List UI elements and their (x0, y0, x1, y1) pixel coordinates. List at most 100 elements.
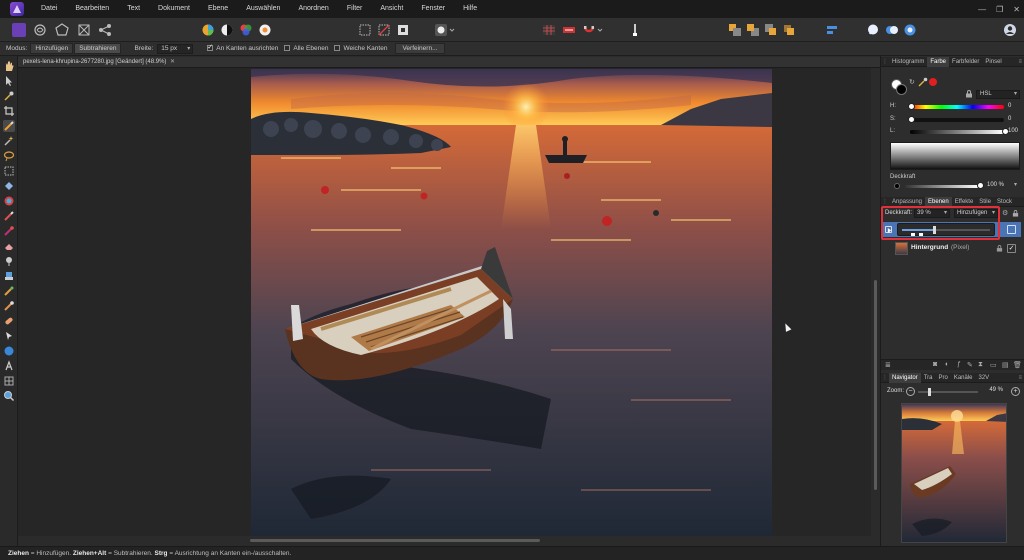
close-document-icon[interactable]: ✕ (170, 57, 175, 68)
shape-tool-icon[interactable] (3, 345, 15, 357)
minimize-icon[interactable]: — (978, 5, 986, 14)
soft-edges-checkbox[interactable]: Weiche Kanten (334, 45, 387, 52)
vertical-scroll-thumb[interactable] (874, 280, 877, 490)
current-color-swatch[interactable] (929, 78, 937, 86)
refine-button[interactable]: Verfeinern... (395, 43, 445, 54)
menu-item-2[interactable]: Text (118, 0, 149, 18)
lightness-slider[interactable] (910, 130, 1004, 134)
document-image[interactable] (251, 69, 772, 536)
snapping-grid-icon[interactable] (542, 23, 556, 37)
layer-visibility-checkbox[interactable] (1007, 225, 1016, 234)
mesh-warp-tool-icon[interactable] (3, 375, 15, 387)
zoom-out-icon[interactable]: − (906, 387, 915, 396)
marquee-selection-icon[interactable] (358, 23, 372, 37)
tab-32bit[interactable]: 32V (976, 373, 993, 383)
quick-mask-button[interactable] (434, 23, 456, 37)
zoom-slider-handle[interactable] (928, 388, 931, 396)
tab-channels[interactable]: Kanäle (951, 373, 976, 383)
add-layer-icon[interactable]: ▤ (1002, 361, 1009, 369)
document-tab[interactable]: pexels-lena-khrupina-2677280.jpg [Geände… (18, 57, 880, 68)
affinity-photo-logo-icon[interactable] (10, 2, 24, 16)
opacity-slider-knob[interactable] (977, 182, 984, 189)
menu-item-5[interactable]: Auswählen (237, 0, 289, 18)
arrange-back-icon[interactable] (728, 23, 742, 37)
all-layers-checkbox[interactable]: Alle Ebenen (284, 45, 328, 52)
gradient-tool-icon[interactable] (3, 195, 15, 207)
arrange-backward-icon[interactable] (782, 23, 796, 37)
menu-item-1[interactable]: Bearbeiten (66, 0, 118, 18)
menu-item-3[interactable]: Dokument (149, 0, 199, 18)
move-tool-icon[interactable] (3, 75, 15, 87)
arrange-front-icon[interactable] (764, 23, 778, 37)
mode-add-button[interactable]: Hinzufügen (30, 43, 74, 54)
arrange-forward-icon[interactable] (746, 23, 760, 37)
eyedropper-icon[interactable] (918, 77, 928, 87)
panel-grip-icon[interactable]: ⋮ (881, 58, 889, 65)
panel-grip-icon[interactable]: ⋮ (881, 374, 889, 381)
assistant-icon[interactable] (562, 23, 576, 37)
tab-swatches[interactable]: Farbfelder (949, 57, 982, 67)
pen-tool-icon[interactable] (3, 330, 15, 342)
vertical-scrollbar[interactable] (871, 68, 880, 536)
publish-icon[interactable] (903, 23, 917, 37)
brush-options-icon[interactable] (628, 23, 642, 37)
auto-levels-icon[interactable] (201, 23, 215, 37)
mode-subtract-button[interactable]: Subtrahieren (74, 43, 122, 54)
layer-row-background[interactable]: Hintergrund (Pixel) ✓ (883, 241, 1021, 256)
menu-item-4[interactable]: Ebene (199, 0, 237, 18)
opacity-chevron-icon[interactable]: ▾ (1014, 181, 1017, 188)
deselect-icon[interactable] (377, 23, 391, 37)
color-model-select[interactable]: HSL ▾ (976, 90, 1020, 99)
saturation-slider[interactable] (910, 118, 1004, 122)
delete-layer-icon[interactable]: 🗑 (1013, 361, 1022, 369)
tab-layers[interactable]: Ebenen (925, 196, 952, 207)
tab-stock[interactable]: Stock (994, 197, 1015, 207)
tab-effects[interactable]: Effekte (952, 197, 977, 207)
color-picker-tool-icon[interactable] (3, 90, 15, 102)
width-field[interactable]: 15 px (157, 43, 194, 54)
fill-stroke-swatches[interactable] (891, 79, 907, 95)
freehand-selection-tool-icon[interactable] (3, 150, 15, 162)
menu-item-7[interactable]: Filter (338, 0, 372, 18)
hue-slider-knob[interactable] (908, 103, 915, 110)
menu-item-8[interactable]: Ansicht (371, 0, 412, 18)
color-replacement-tool-icon[interactable] (3, 225, 15, 237)
saturation-value[interactable]: 0 (1008, 116, 1011, 122)
tab-history[interactable]: Pro (935, 373, 950, 383)
zoom-slider[interactable] (918, 391, 978, 393)
brush-layer-icon[interactable]: ✎ (967, 361, 973, 369)
hand-tool-icon[interactable] (3, 60, 15, 72)
share-icon[interactable] (885, 23, 899, 37)
account-icon[interactable] (1003, 23, 1017, 37)
paint-brush-tool-icon[interactable] (3, 210, 15, 222)
menu-item-9[interactable]: Fenster (412, 0, 454, 18)
horizontal-scroll-thumb[interactable] (250, 539, 540, 542)
zoom-tool-icon[interactable] (3, 390, 15, 402)
export-persona-icon[interactable] (98, 23, 112, 37)
align-icon[interactable] (825, 23, 839, 37)
red-eye-tool-icon[interactable] (3, 315, 15, 327)
layer-lock-icon[interactable] (1012, 210, 1019, 217)
horizontal-scrollbar[interactable] (18, 536, 880, 545)
tab-brushes[interactable]: Pinsel (982, 57, 1004, 67)
panel-menu-icon[interactable]: ≡ (1018, 59, 1022, 65)
photo-persona-icon[interactable] (12, 23, 26, 37)
layers-stack-icon[interactable]: ≣ (885, 361, 891, 369)
develop-persona-icon[interactable] (55, 23, 69, 37)
tab-color[interactable]: Farbe (927, 56, 950, 67)
crop-tool-icon[interactable] (3, 105, 15, 117)
healing-brush-tool-icon[interactable] (3, 300, 15, 312)
dodge-tool-icon[interactable] (3, 255, 15, 267)
swap-colors-icon[interactable]: ↻ (909, 78, 915, 86)
opacity-slider[interactable] (905, 185, 979, 188)
hourglass-icon[interactable]: ⧗ (978, 361, 983, 369)
tone-mapping-persona-icon[interactable] (77, 23, 91, 37)
layer-settings-gear-icon[interactable]: ⚙ (1002, 209, 1008, 217)
invert-selection-icon[interactable] (396, 23, 410, 37)
tab-navigator[interactable]: Navigator (889, 372, 921, 383)
layer-visibility-checkbox[interactable]: ✓ (1007, 244, 1016, 253)
close-icon[interactable]: ✕ (1013, 5, 1020, 14)
marquee-tool-icon[interactable] (3, 165, 15, 177)
panel-menu-icon[interactable]: ≡ (1018, 375, 1022, 381)
liquify-persona-icon[interactable] (33, 23, 47, 37)
